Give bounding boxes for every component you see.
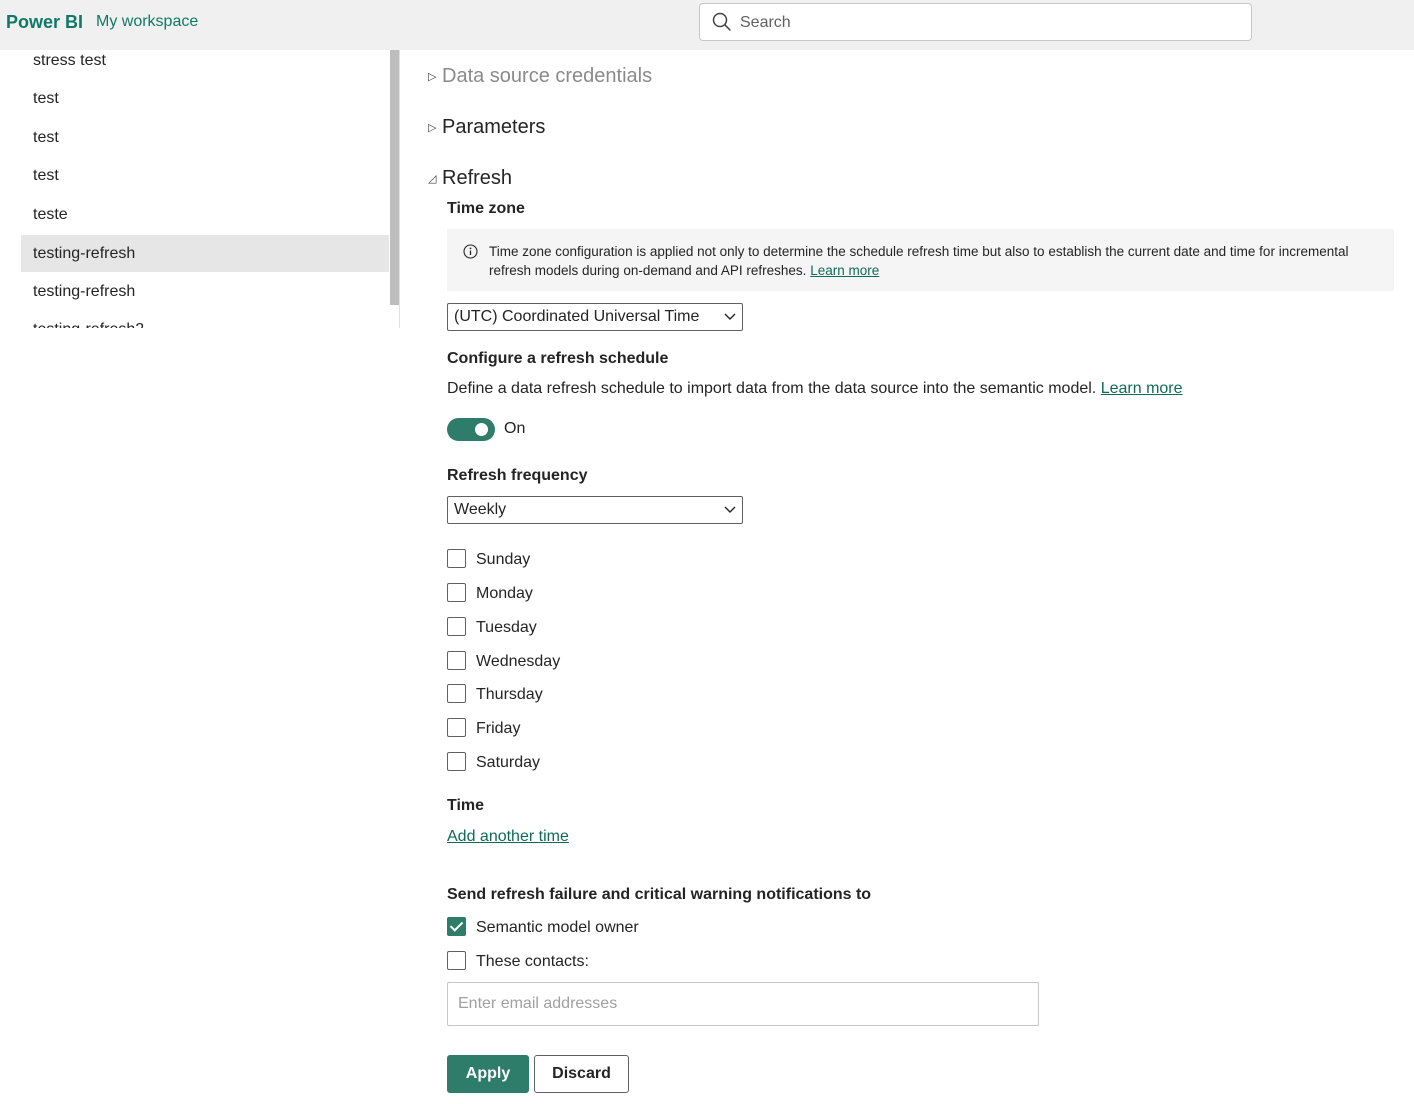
toggle-label: On: [504, 420, 526, 437]
checkbox[interactable]: [447, 751, 466, 771]
checkbox-label: These contacts:: [476, 953, 589, 970]
search-icon: [712, 12, 731, 31]
checkbox-label: Sunday: [476, 551, 531, 568]
search-input[interactable]: Search: [699, 3, 1252, 41]
time-zone-info-box: Time zone configuration is applied not o…: [447, 229, 1394, 291]
info-message: Time zone configuration is applied not o…: [489, 244, 1349, 278]
apply-button[interactable]: Apply: [447, 1055, 529, 1093]
section-title: Parameters: [442, 116, 546, 138]
checkbox-label: Monday: [476, 585, 533, 602]
frequency-select[interactable]: Weekly: [447, 496, 743, 524]
checkbox[interactable]: [447, 683, 466, 703]
expand-triangle-icon: ▷: [428, 71, 437, 83]
checkbox-label: Tuesday: [476, 619, 537, 636]
checkbox[interactable]: [447, 616, 466, 636]
notifications-label: Send refresh failure and critical warnin…: [447, 886, 872, 903]
schedule-description-text: Define a data refresh schedule to import…: [447, 380, 1097, 397]
section-title: Data source credentials: [442, 65, 653, 87]
toggle-knob: [475, 423, 488, 436]
schedule-label: Configure a refresh schedule: [447, 350, 669, 367]
sidebar-item[interactable]: teste: [21, 196, 389, 233]
day-friday[interactable]: Friday: [447, 716, 520, 738]
sidebar-item[interactable]: testing-refresh2: [21, 311, 389, 328]
frequency-value: Weekly: [454, 501, 507, 518]
notify-contacts-option[interactable]: These contacts:: [447, 949, 589, 971]
checkbox[interactable]: [447, 582, 466, 602]
day-saturday[interactable]: Saturday: [447, 750, 540, 772]
time-zone-label: Time zone: [447, 200, 525, 217]
chevron-down-icon: [724, 506, 736, 513]
section-parameters[interactable]: ▷ Parameters: [428, 116, 545, 139]
sidebar-item[interactable]: testing-refresh: [21, 273, 389, 310]
schedule-description: Define a data refresh schedule to import…: [447, 380, 1183, 398]
sidebar-item[interactable]: test: [21, 119, 389, 156]
day-thursday[interactable]: Thursday: [447, 682, 543, 704]
email-placeholder: Enter email addresses: [458, 995, 618, 1012]
sidebar-item[interactable]: test: [21, 157, 389, 194]
add-another-time-link[interactable]: Add another time: [447, 828, 569, 846]
checkbox[interactable]: [447, 650, 466, 670]
day-sunday[interactable]: Sunday: [447, 547, 530, 569]
checkbox[interactable]: [447, 548, 466, 568]
time-zone-select[interactable]: (UTC) Coordinated Universal Time: [447, 303, 743, 331]
checkbox-label: Thursday: [476, 686, 543, 703]
learn-more-link[interactable]: Learn more: [810, 263, 879, 278]
sidebar-item-selected[interactable]: testing-refresh: [21, 235, 389, 272]
checkbox-label: Saturday: [476, 754, 541, 771]
email-addresses-input[interactable]: Enter email addresses: [447, 982, 1039, 1026]
sidebar: stress test test test test teste testing…: [0, 50, 400, 328]
workspace-link[interactable]: My workspace: [96, 13, 198, 31]
learn-more-link[interactable]: Learn more: [1101, 380, 1183, 397]
checkbox-label: Wednesday: [476, 653, 561, 670]
discard-button[interactable]: Discard: [534, 1055, 629, 1093]
sidebar-scrollbar[interactable]: [390, 50, 399, 305]
info-icon: [463, 244, 478, 259]
checkbox[interactable]: [447, 950, 466, 970]
sidebar-item[interactable]: stress test: [21, 50, 389, 79]
checkbox[interactable]: [447, 717, 466, 737]
info-text: Time zone configuration is applied not o…: [489, 242, 1369, 280]
chevron-down-icon: [724, 313, 736, 320]
section-title: Refresh: [442, 167, 513, 189]
app-brand[interactable]: Power BI: [6, 12, 83, 33]
collapse-triangle-icon: ◿: [428, 173, 437, 185]
time-zone-value: (UTC) Coordinated Universal Time: [454, 308, 700, 325]
checkbox-label: Friday: [476, 720, 521, 737]
schedule-toggle[interactable]: [447, 418, 495, 441]
notify-owner-option[interactable]: Semantic model owner: [447, 915, 639, 937]
checkbox-checked[interactable]: [447, 916, 466, 936]
sidebar-item[interactable]: test: [21, 80, 389, 117]
section-refresh[interactable]: ◿ Refresh: [428, 167, 512, 190]
search-placeholder: Search: [740, 14, 791, 31]
top-bar: Power BI My workspace Search: [0, 0, 1414, 50]
day-monday[interactable]: Monday: [447, 581, 533, 603]
time-label: Time: [447, 797, 485, 814]
day-wednesday[interactable]: Wednesday: [447, 649, 560, 671]
frequency-label: Refresh frequency: [447, 467, 588, 484]
day-tuesday[interactable]: Tuesday: [447, 615, 537, 637]
checkbox-label: Semantic model owner: [476, 919, 639, 936]
expand-triangle-icon: ▷: [428, 122, 437, 134]
section-data-source-credentials[interactable]: ▷ Data source credentials: [428, 65, 652, 88]
